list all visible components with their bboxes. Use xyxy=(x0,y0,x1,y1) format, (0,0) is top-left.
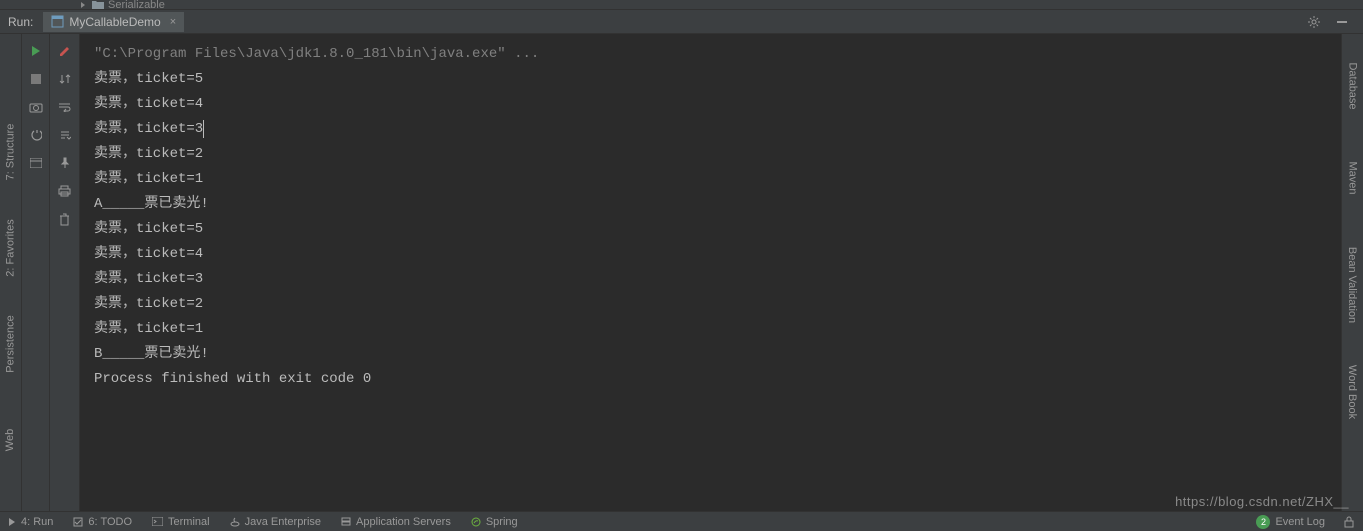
run-panel-label: Run: xyxy=(8,15,33,29)
application-icon xyxy=(51,15,64,28)
console-output[interactable]: "C:\Program Files\Java\jdk1.8.0_181\bin\… xyxy=(80,34,1341,511)
text-cursor xyxy=(203,120,204,138)
lock-icon[interactable] xyxy=(1343,516,1355,528)
status-spring[interactable]: Spring xyxy=(471,516,518,528)
spring-icon xyxy=(471,517,481,527)
status-bar: 4: Run 6: TODO Terminal Java Enterprise … xyxy=(0,511,1363,531)
chevron-right-icon xyxy=(78,0,88,10)
sidebar-item-maven[interactable]: Maven xyxy=(1347,161,1359,194)
breadcrumb-item[interactable]: Serializable xyxy=(78,0,165,11)
event-count-badge: 2 xyxy=(1256,515,1270,529)
print-icon[interactable] xyxy=(56,182,74,200)
run-toolbar-secondary xyxy=(50,34,80,511)
folder-icon xyxy=(92,0,104,10)
sidebar-item-word-book[interactable]: Word Book xyxy=(1347,365,1359,419)
terminal-icon xyxy=(152,517,163,526)
console-line: 卖票，ticket=2 xyxy=(94,142,1327,167)
run-panel-header: Run: MyCallableDemo × xyxy=(0,10,1363,34)
breadcrumb-bar: Serializable xyxy=(0,0,1363,10)
sidebar-item-structure[interactable]: 7: Structure xyxy=(5,124,17,181)
console-line: 卖票，ticket=1 xyxy=(94,167,1327,192)
pin-icon[interactable] xyxy=(56,154,74,172)
layout-icon[interactable] xyxy=(27,154,45,172)
console-line: 卖票，ticket=5 xyxy=(94,67,1327,92)
wrap-icon[interactable] xyxy=(56,98,74,116)
sidebar-item-web[interactable]: Web xyxy=(5,429,17,451)
stop-button[interactable] xyxy=(27,70,45,88)
minimize-icon[interactable] xyxy=(1335,15,1349,29)
sidebar-item-favorites[interactable]: 2: Favorites xyxy=(5,219,17,276)
left-tool-sidebar: 7: Structure 2: Favorites Persistence We… xyxy=(0,34,22,511)
console-line: 卖票，ticket=2 xyxy=(94,292,1327,317)
status-java-enterprise[interactable]: Java Enterprise xyxy=(230,516,321,528)
console-line: 卖票，ticket=3 xyxy=(94,267,1327,292)
status-event-log[interactable]: 2 Event Log xyxy=(1256,515,1325,529)
console-command: "C:\Program Files\Java\jdk1.8.0_181\bin\… xyxy=(94,42,1327,67)
status-app-servers[interactable]: Application Servers xyxy=(341,516,451,528)
status-terminal[interactable]: Terminal xyxy=(152,516,210,528)
console-line: Process finished with exit code 0 xyxy=(94,367,1327,392)
rerun-button[interactable] xyxy=(27,42,45,60)
status-todo[interactable]: 6: TODO xyxy=(73,516,132,528)
tab-title: MyCallableDemo xyxy=(69,15,160,29)
exit-icon[interactable] xyxy=(27,126,45,144)
console-line: 卖票，ticket=4 xyxy=(94,242,1327,267)
camera-icon[interactable] xyxy=(27,98,45,116)
todo-icon xyxy=(73,517,83,527)
server-icon xyxy=(341,517,351,527)
right-tool-sidebar: Database Maven Bean Validation Word Book xyxy=(1341,34,1363,511)
watermark-text: https://blog.csdn.net/ZHX__ xyxy=(1175,494,1349,509)
console-line: 卖票，ticket=4 xyxy=(94,92,1327,117)
java-icon xyxy=(230,517,240,527)
sidebar-item-persistence[interactable]: Persistence xyxy=(5,315,17,372)
status-run[interactable]: 4: Run xyxy=(8,516,53,528)
sidebar-item-bean-validation[interactable]: Bean Validation xyxy=(1347,247,1359,323)
main-area: 7: Structure 2: Favorites Persistence We… xyxy=(0,34,1363,511)
console-line: 卖票，ticket=1 xyxy=(94,317,1327,342)
close-icon[interactable]: × xyxy=(170,16,176,28)
breadcrumb-label: Serializable xyxy=(108,0,165,11)
edit-icon[interactable] xyxy=(56,42,74,60)
run-config-tab[interactable]: MyCallableDemo × xyxy=(43,12,184,32)
run-toolbar-primary xyxy=(22,34,50,511)
console-line: 卖票，ticket=5 xyxy=(94,217,1327,242)
play-icon xyxy=(8,518,16,526)
console-line: 卖票，ticket=3 xyxy=(94,117,1327,142)
gear-icon[interactable] xyxy=(1307,15,1321,29)
console-line: A_____票已卖光! xyxy=(94,192,1327,217)
trash-icon[interactable] xyxy=(56,210,74,228)
console-line: B_____票已卖光! xyxy=(94,342,1327,367)
sort-icon[interactable] xyxy=(56,70,74,88)
sidebar-item-database[interactable]: Database xyxy=(1347,62,1359,109)
scroll-icon[interactable] xyxy=(56,126,74,144)
